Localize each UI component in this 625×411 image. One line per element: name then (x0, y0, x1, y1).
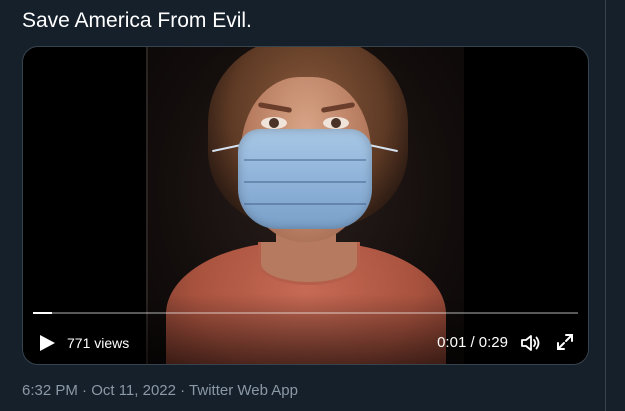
video-image-eye-right (323, 117, 349, 129)
controls-overlay (23, 294, 588, 364)
tweet-timestamp[interactable]: 6:32 PM · Oct 11, 2022 · Twitter Web App (22, 382, 298, 400)
video-player[interactable]: 771 views 0:01 / 0:29 (22, 46, 589, 365)
progress-bar[interactable] (33, 312, 578, 314)
tweet-text: Save America From Evil. (22, 9, 252, 32)
video-image-eye-left (261, 117, 287, 129)
view-count: 771 views (67, 335, 130, 351)
volume-icon[interactable] (519, 332, 541, 354)
playback-time: 0:01 / 0:29 (437, 334, 508, 351)
play-icon[interactable] (37, 333, 57, 353)
video-image-collar (258, 242, 360, 285)
progress-fill (33, 312, 52, 314)
video-image-mask (238, 129, 372, 229)
fullscreen-icon[interactable] (555, 332, 575, 352)
timeline-border (605, 0, 606, 411)
